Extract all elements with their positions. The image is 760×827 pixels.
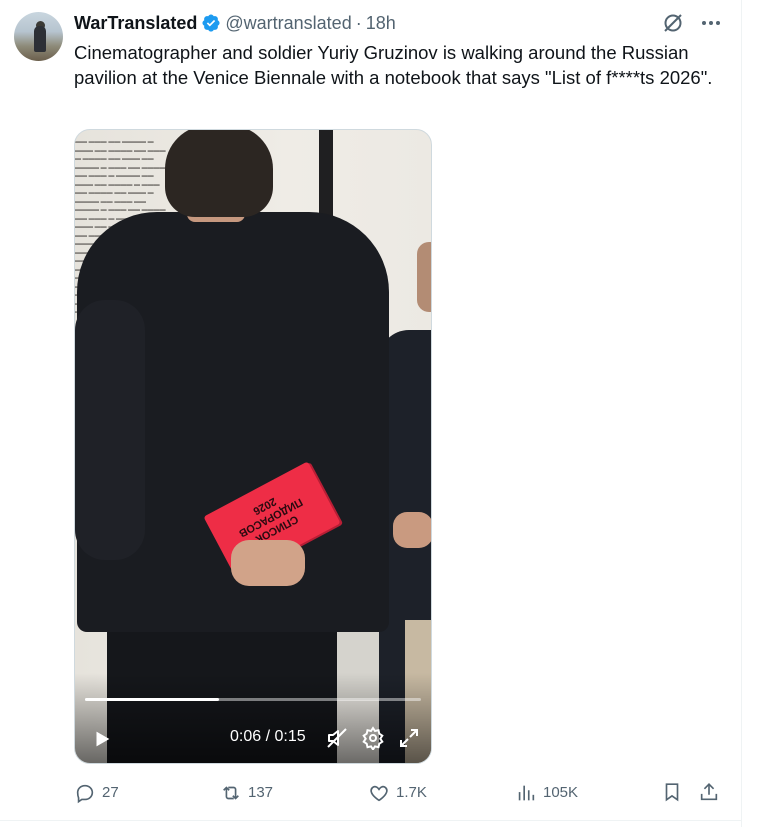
bookmark-icon [665,783,679,802]
video-progress-bar[interactable] [85,698,421,701]
grok-icon[interactable] [661,11,685,35]
muted-speaker-icon[interactable] [325,726,349,750]
tweet-text: Cinematographer and soldier Yuriy Gruzin… [74,42,713,88]
views-count: 105K [543,784,579,801]
repost-button[interactable]: 137 [220,781,273,805]
tweet-time[interactable]: 18h [366,12,396,34]
play-icon[interactable] [91,728,113,750]
avatar[interactable] [14,12,63,61]
bookmark-button[interactable] [661,781,683,803]
like-count: 1.7K [396,784,427,801]
views-button[interactable]: 105K [515,781,578,805]
author-name[interactable]: WarTranslated [74,12,197,34]
fullscreen-icon[interactable] [397,726,421,750]
main-man-arm [75,300,145,560]
hand-holding-notebook [231,540,305,586]
video-progress-fill [85,698,220,701]
tweet-actions: 27 137 1.7K 105K [74,781,724,805]
like-button[interactable]: 1.7K [368,781,427,805]
header-actions [661,11,723,35]
video-player[interactable]: ▬▬ ▬▬▬ ▬▬ ▬▬▬▬ ▬ ▬▬▬ ▬▬ ▬▬▬▬ ▬▬ ▬▬▬ ▬ ▬▬… [74,129,432,764]
tweet-card[interactable]: WarTranslated @wartranslated · 18h Cinem… [0,0,742,827]
second-man-head [417,242,431,312]
share-button[interactable] [698,781,720,803]
second-man-hands [393,512,431,548]
tweet-header: WarTranslated @wartranslated · 18h [74,12,396,34]
repost-count: 137 [248,784,274,801]
share-icon [700,783,718,801]
reply-icon [76,784,94,804]
analytics-icon [518,785,535,801]
avatar-figure [34,26,46,52]
reply-button[interactable]: 27 [74,781,119,805]
more-icon[interactable] [699,11,723,35]
heart-icon [370,785,388,802]
separator-dot: · [355,13,362,33]
divider [0,820,742,821]
repost-icon [223,786,239,800]
settings-gear-icon[interactable] [361,726,385,752]
main-man-head [165,130,273,217]
reply-count: 27 [102,784,119,801]
video-time-readout: 0:06 / 0:15 [230,728,306,745]
verified-badge-icon [201,13,221,33]
author-handle[interactable]: @wartranslated [225,12,351,34]
